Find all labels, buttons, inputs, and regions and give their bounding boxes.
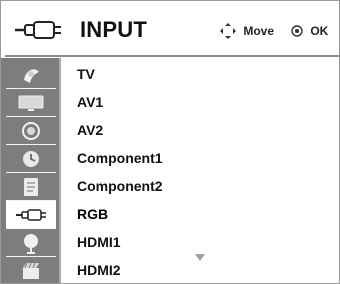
input-item-rgb[interactable]: RGB [77,200,108,228]
lock-icon[interactable] [6,229,56,257]
sidebar [1,58,59,283]
input-item-hdmi2[interactable]: HDMI2 [77,256,121,283]
input-item-component2[interactable]: Component2 [77,172,163,200]
menu-header: INPUT Move OK [5,7,339,57]
plug-icon[interactable] [6,201,56,229]
input-list: TV AV1 AV2 Component1 Component2 RGB HDM… [61,58,339,283]
tv-icon[interactable] [6,89,56,117]
input-item-tv[interactable]: TV [77,60,95,88]
move-arrows-icon [220,23,236,39]
input-item-hdmi1[interactable]: HDMI1 [77,228,121,256]
page-title: INPUT [80,17,147,42]
input-item-component1[interactable]: Component1 [77,144,163,172]
ok-label: OK [310,24,329,38]
picture-icon[interactable] [6,61,56,89]
scroll-down-icon[interactable] [195,254,205,261]
clock-icon[interactable] [6,145,56,173]
ok-hint: OK [290,24,328,38]
input-item-av2[interactable]: AV2 [77,116,103,144]
speaker-icon[interactable] [6,117,56,145]
ok-circle-icon [291,25,303,37]
input-plug-icon [11,15,63,45]
input-item-av1[interactable]: AV1 [77,88,103,116]
input-menu-window: INPUT Move OK TV AV1 AV2 Component1 Comp… [0,0,340,284]
document-icon[interactable] [6,173,56,201]
move-label: Move [243,24,275,39]
clapper-icon[interactable] [6,257,56,283]
move-hint: Move [219,23,275,40]
